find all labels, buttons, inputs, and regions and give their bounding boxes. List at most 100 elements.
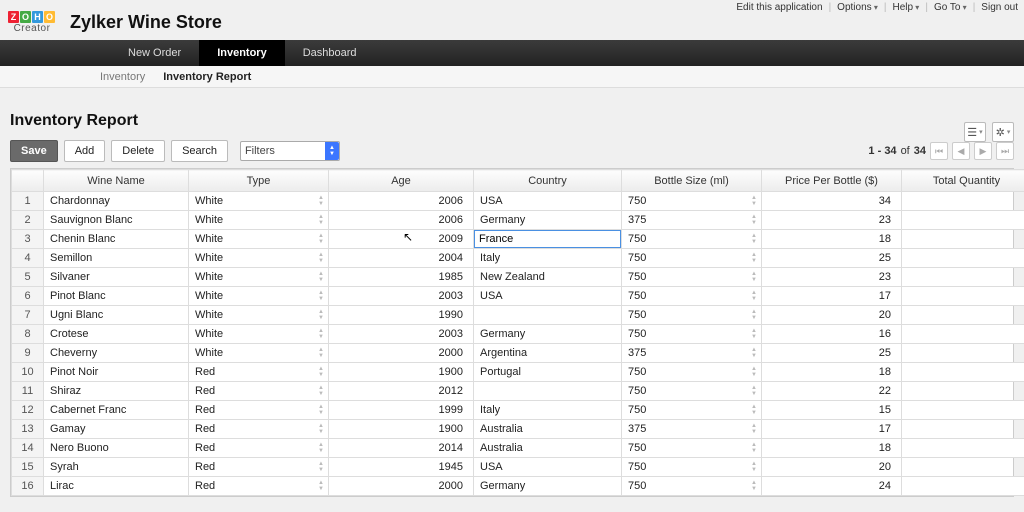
cell-type[interactable]: White xyxy=(189,325,329,344)
table-row[interactable]: 2Sauvignon BlancWhite2006Germany37523 xyxy=(12,211,1024,230)
cell-wine-name[interactable]: Pinot Noir xyxy=(44,363,189,382)
pager-next[interactable]: ▶ xyxy=(974,142,992,160)
cell-price[interactable]: 23 xyxy=(762,268,902,287)
cell-country[interactable]: Italy xyxy=(474,249,622,268)
view-mode-button[interactable]: ☰ xyxy=(964,122,986,142)
pager-last[interactable]: ⏭ xyxy=(996,142,1014,160)
cell-type[interactable]: White xyxy=(189,306,329,325)
table-row[interactable]: 12Cabernet FrancRed1999Italy75015 xyxy=(12,401,1024,420)
cell-bottle-size[interactable]: 750 xyxy=(622,363,762,382)
cell-bottle-size[interactable]: 750 xyxy=(622,325,762,344)
cell-age[interactable]: 2014 xyxy=(329,439,474,458)
cell-country[interactable] xyxy=(474,382,622,401)
help-menu[interactable]: Help xyxy=(893,2,920,13)
cell-price[interactable]: 25 xyxy=(762,344,902,363)
delete-button[interactable]: Delete xyxy=(111,140,165,162)
cell-type[interactable]: White xyxy=(189,249,329,268)
country-input[interactable] xyxy=(474,230,621,248)
cell-wine-name[interactable]: Chenin Blanc xyxy=(44,230,189,249)
cell-price[interactable]: 20 xyxy=(762,458,902,477)
cell-total-qty[interactable] xyxy=(902,344,1024,363)
cell-price[interactable]: 18 xyxy=(762,230,902,249)
table-row[interactable]: 8CroteseWhite2003Germany75016 xyxy=(12,325,1024,344)
cell-total-qty[interactable] xyxy=(902,439,1024,458)
cell-total-qty[interactable] xyxy=(902,401,1024,420)
cell-age[interactable]: 2000 xyxy=(329,477,474,496)
col-price[interactable]: Price Per Bottle ($) xyxy=(762,170,902,192)
cell-total-qty[interactable] xyxy=(902,268,1024,287)
cell-country[interactable]: Portugal xyxy=(474,363,622,382)
pager-first[interactable]: ⏮ xyxy=(930,142,948,160)
pager-prev[interactable]: ◀ xyxy=(952,142,970,160)
cell-bottle-size[interactable]: 750 xyxy=(622,306,762,325)
table-row[interactable]: 9ChevernyWhite2000Argentina37525 xyxy=(12,344,1024,363)
cell-age[interactable]: 1990 xyxy=(329,306,474,325)
cell-wine-name[interactable]: Ugni Blanc xyxy=(44,306,189,325)
cell-bottle-size[interactable]: 750 xyxy=(622,458,762,477)
cell-total-qty[interactable] xyxy=(902,287,1024,306)
cell-age[interactable]: 2006 xyxy=(329,192,474,211)
cell-bottle-size[interactable]: 375 xyxy=(622,420,762,439)
cell-price[interactable]: 18 xyxy=(762,439,902,458)
cell-price[interactable]: 17 xyxy=(762,287,902,306)
cell-total-qty[interactable] xyxy=(902,325,1024,344)
col-rownum[interactable] xyxy=(12,170,44,192)
cell-type[interactable]: White xyxy=(189,344,329,363)
cell-age[interactable]: 2000 xyxy=(329,344,474,363)
table-row[interactable]: 7Ugni BlancWhite199075020 xyxy=(12,306,1024,325)
cell-country[interactable]: USA xyxy=(474,192,622,211)
cell-bottle-size[interactable]: 750 xyxy=(622,268,762,287)
cell-price[interactable]: 25 xyxy=(762,249,902,268)
cell-total-qty[interactable] xyxy=(902,363,1024,382)
cell-total-qty[interactable] xyxy=(902,249,1024,268)
cell-age[interactable]: 2004 xyxy=(329,249,474,268)
cell-price[interactable]: 24 xyxy=(762,477,902,496)
cell-total-qty[interactable] xyxy=(902,477,1024,496)
cell-bottle-size[interactable]: 750 xyxy=(622,401,762,420)
col-bottle-size[interactable]: Bottle Size (ml) xyxy=(622,170,762,192)
cell-age[interactable]: 1900 xyxy=(329,420,474,439)
cell-country[interactable] xyxy=(474,306,622,325)
cell-age[interactable]: 1999 xyxy=(329,401,474,420)
col-age[interactable]: Age xyxy=(329,170,474,192)
cell-country[interactable]: Germany xyxy=(474,325,622,344)
add-button[interactable]: Add xyxy=(64,140,106,162)
cell-bottle-size[interactable]: 750 xyxy=(622,249,762,268)
cell-total-qty[interactable] xyxy=(902,382,1024,401)
cell-country[interactable]: Germany xyxy=(474,477,622,496)
search-button[interactable]: Search xyxy=(171,140,228,162)
table-row[interactable]: 6Pinot BlancWhite2003USA75017 xyxy=(12,287,1024,306)
table-row[interactable]: 15SyrahRed1945USA75020 xyxy=(12,458,1024,477)
cell-age[interactable]: 2006 xyxy=(329,211,474,230)
filters-dropdown[interactable]: Filters xyxy=(240,141,340,161)
cell-country[interactable]: Germany xyxy=(474,211,622,230)
cell-bottle-size[interactable]: 375 xyxy=(622,211,762,230)
cell-total-qty[interactable] xyxy=(902,306,1024,325)
table-row[interactable]: 4SemillonWhite2004Italy75025 xyxy=(12,249,1024,268)
cell-wine-name[interactable]: Gamay xyxy=(44,420,189,439)
cell-country[interactable]: Italy xyxy=(474,401,622,420)
cell-age[interactable]: 1945 xyxy=(329,458,474,477)
cell-wine-name[interactable]: Nero Buono xyxy=(44,439,189,458)
col-country[interactable]: Country xyxy=(474,170,622,192)
cell-type[interactable]: White xyxy=(189,211,329,230)
signout-link[interactable]: Sign out xyxy=(981,2,1018,13)
options-menu[interactable]: Options xyxy=(837,2,878,13)
cell-country[interactable]: USA xyxy=(474,287,622,306)
cell-wine-name[interactable]: Syrah xyxy=(44,458,189,477)
cell-type[interactable]: Red xyxy=(189,382,329,401)
table-row[interactable]: 14Nero BuonoRed2014Australia75018 xyxy=(12,439,1024,458)
cell-wine-name[interactable]: Cabernet Franc xyxy=(44,401,189,420)
nav-inventory[interactable]: Inventory xyxy=(199,40,285,66)
cell-wine-name[interactable]: Cheverny xyxy=(44,344,189,363)
cell-type[interactable]: Red xyxy=(189,363,329,382)
crumb-parent[interactable]: Inventory xyxy=(100,71,145,83)
cell-total-qty[interactable] xyxy=(902,192,1024,211)
col-wine-name[interactable]: Wine Name xyxy=(44,170,189,192)
cell-country[interactable]: Argentina xyxy=(474,344,622,363)
cell-type[interactable]: Red xyxy=(189,439,329,458)
cell-country[interactable]: USA xyxy=(474,458,622,477)
cell-type[interactable]: Red xyxy=(189,477,329,496)
cell-type[interactable]: Red xyxy=(189,420,329,439)
cell-wine-name[interactable]: Shiraz xyxy=(44,382,189,401)
